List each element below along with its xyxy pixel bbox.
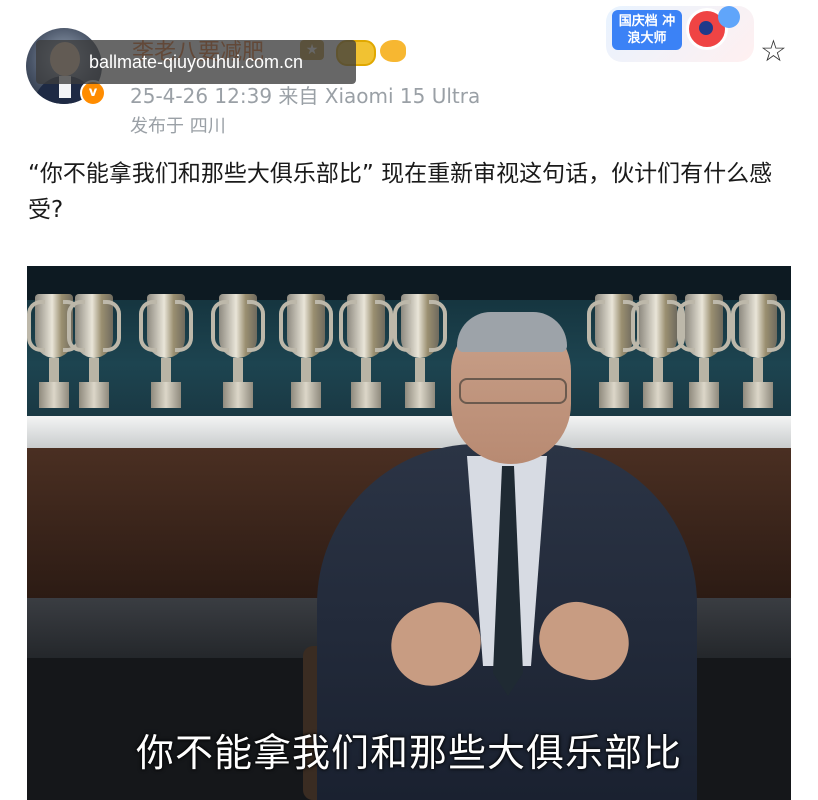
post-image[interactable]: 你不能拿我们和那些大俱乐部比 [27, 266, 791, 800]
event-badge[interactable]: 国庆档 冲浪大师 [606, 0, 756, 68]
trophy [677, 294, 731, 414]
trophy [279, 294, 333, 414]
video-subtitle: 你不能拿我们和那些大俱乐部比 [135, 731, 682, 775]
person-glasses [459, 378, 567, 404]
person-hair [457, 312, 567, 352]
trophy [139, 294, 193, 414]
bubble-icon [718, 6, 740, 28]
trophy [67, 294, 121, 414]
event-badge-label: 国庆档 冲浪大师 [612, 10, 682, 50]
post-timestamp-device: 25-4-26 12:39 来自 Xiaomi 15 Ultra [130, 84, 481, 108]
post-location: 发布于 四川 [130, 116, 226, 137]
watermark: ballmate-qiuyouhui.com.cn [36, 40, 356, 84]
trophy [211, 294, 265, 414]
trophy [339, 294, 393, 414]
trophy [393, 294, 447, 414]
fish-icon[interactable] [380, 40, 406, 62]
shelf [27, 416, 791, 448]
star-outline-icon[interactable]: ☆ [760, 34, 787, 69]
trophy [731, 294, 785, 414]
post-text: “你不能拿我们和那些大俱乐部比” 现在重新审视这句话，伙计们有什么感受? [28, 161, 773, 223]
